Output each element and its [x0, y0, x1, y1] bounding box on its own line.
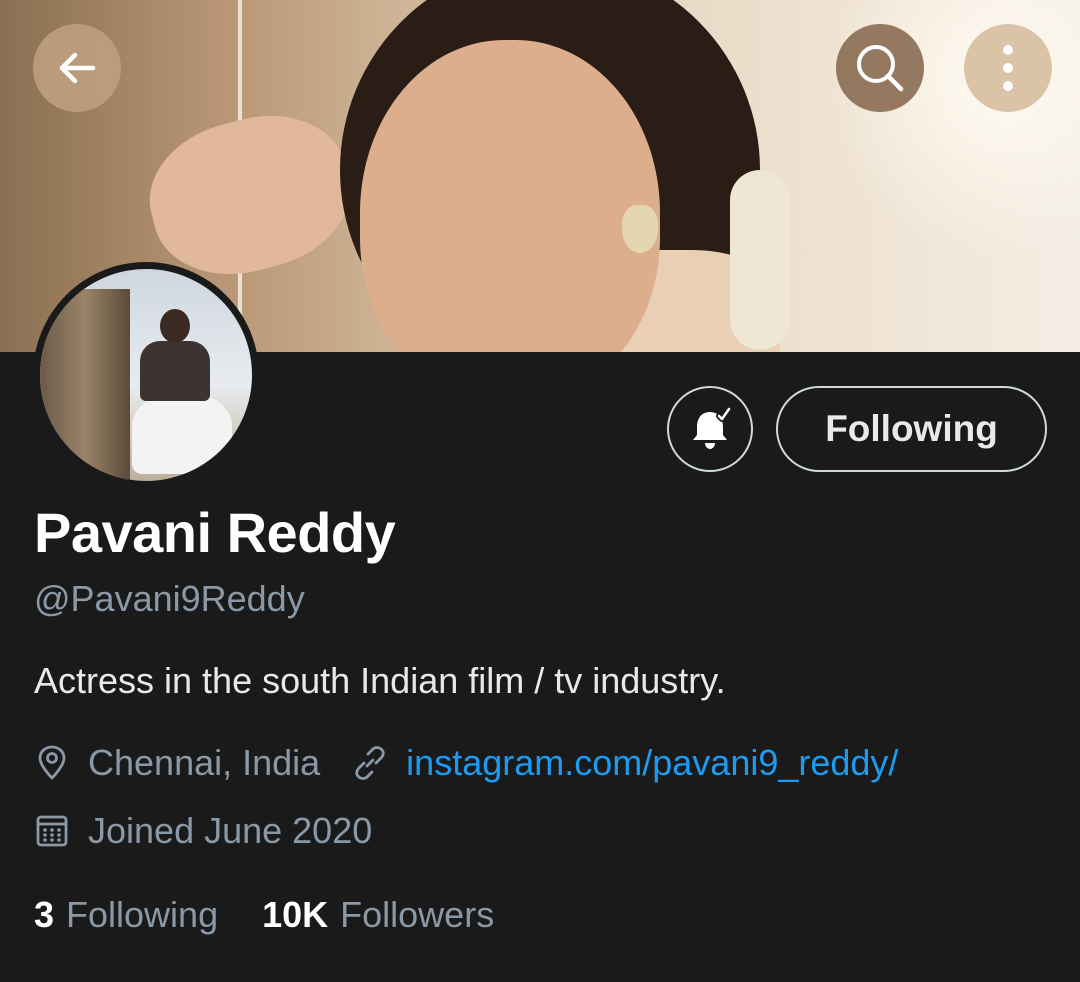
username-handle: @Pavani9Reddy [34, 578, 305, 619]
profile-avatar[interactable] [33, 262, 259, 488]
website-link[interactable]: instagram.com/pavani9_reddy/ [406, 742, 898, 784]
search-button[interactable] [836, 24, 924, 112]
more-vertical-icon [1003, 45, 1013, 91]
profile-bio: Actress in the south Indian film / tv in… [34, 660, 726, 701]
followers-stat[interactable]: 10K Followers [262, 894, 494, 936]
avatar-photo [40, 269, 252, 481]
profile-meta-row: Chennai, India instagram.com/pavani9_red… [34, 742, 898, 784]
location-text: Chennai, India [88, 742, 321, 783]
avatar-wood-structure [40, 289, 130, 481]
banner-earring [622, 205, 658, 253]
search-icon [857, 45, 904, 92]
notifications-button[interactable] [667, 386, 753, 472]
display-name: Pavani Reddy [34, 501, 396, 564]
following-count: 3 [34, 894, 55, 935]
more-options-button[interactable] [964, 24, 1052, 112]
location-pin-icon [34, 745, 70, 781]
followers-count: 10K [262, 894, 329, 935]
following-stat[interactable]: 3 Following [34, 894, 218, 936]
following-label: Following [66, 894, 219, 935]
profile-joined-row: Joined June 2020 [34, 810, 372, 852]
calendar-icon [34, 813, 70, 849]
followers-label: Followers [340, 894, 495, 935]
follow-stats: 3 Following 10K Followers [34, 894, 494, 936]
arrow-left-icon [59, 52, 96, 84]
banner-face [360, 40, 660, 352]
bell-check-icon [693, 406, 732, 449]
banner-flowers [730, 170, 790, 350]
following-button[interactable]: Following [776, 386, 1047, 472]
avatar-person-head [160, 309, 190, 343]
back-button[interactable] [33, 24, 121, 112]
avatar-person-top [140, 341, 210, 401]
avatar-person-skirt [132, 394, 232, 474]
link-icon [352, 745, 388, 781]
joined-text: Joined June 2020 [88, 810, 373, 851]
